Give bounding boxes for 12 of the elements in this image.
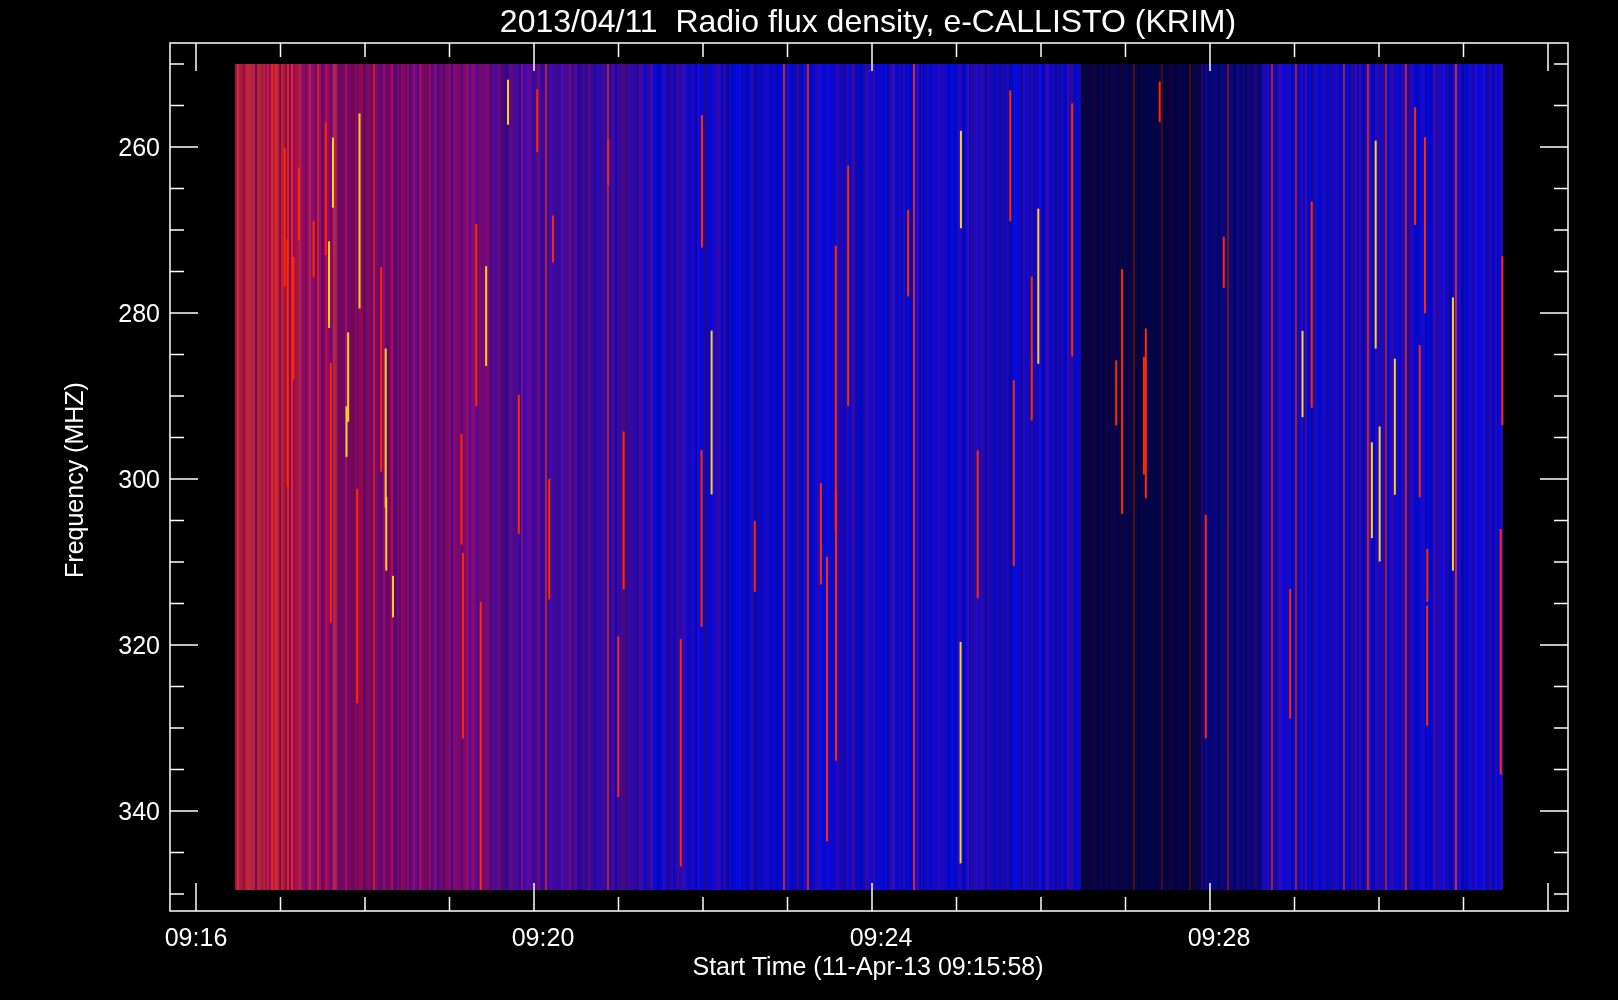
y-axis-label: Frequency (MHZ) xyxy=(60,382,88,578)
tick-label: 09:20 xyxy=(511,923,575,951)
tick-label: 280 xyxy=(118,299,160,327)
tick-label: 09:28 xyxy=(1187,923,1251,951)
tick-label: 300 xyxy=(118,465,160,493)
tick-label: 320 xyxy=(118,631,160,659)
tick-label: 09:24 xyxy=(849,923,913,951)
tick-label: 260 xyxy=(118,133,160,161)
tick-label: 09:16 xyxy=(164,923,228,951)
x-axis-label: Start Time (11-Apr-13 09:15:58) xyxy=(692,952,1044,980)
tick-label: 340 xyxy=(118,797,160,825)
chart-title: 2013/04/11 Radio flux density, e-CALLISTO (KRIM) xyxy=(499,3,1237,39)
